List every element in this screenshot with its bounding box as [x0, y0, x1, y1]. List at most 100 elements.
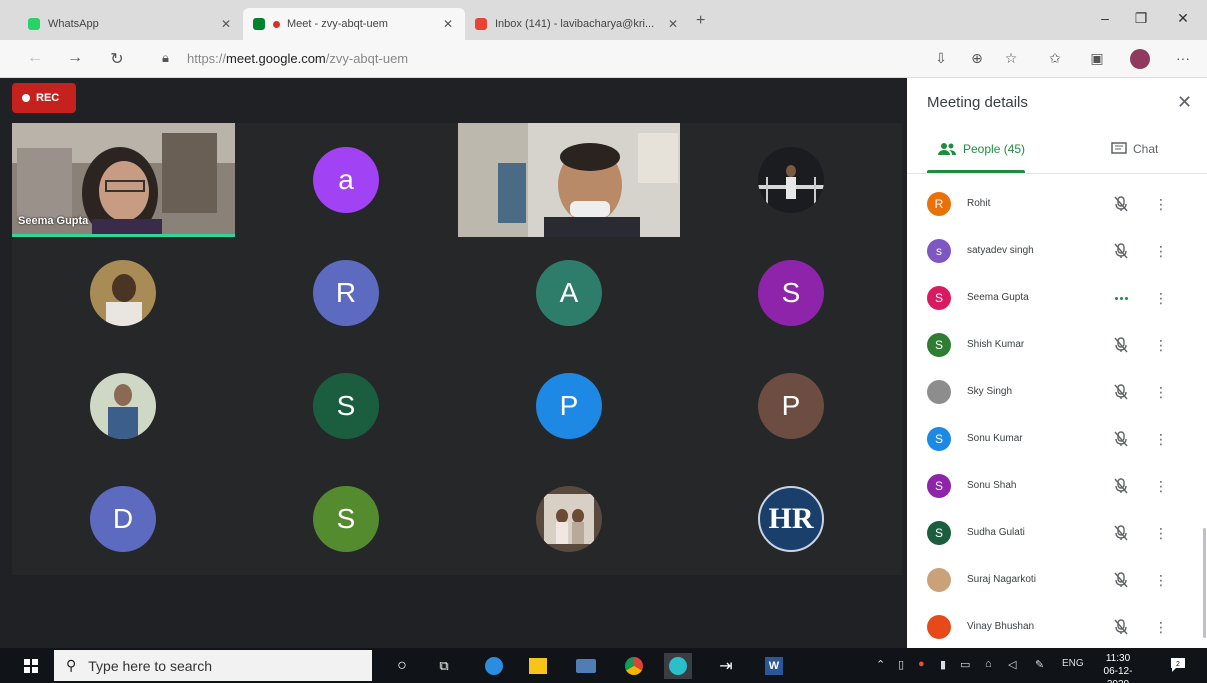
participant-tile[interactable]: S	[235, 349, 457, 462]
maximize-icon[interactable]: ❐	[1126, 10, 1156, 27]
windows-start-icon[interactable]	[24, 659, 38, 673]
speaking-indicator-icon[interactable]	[1111, 288, 1131, 308]
more-menu-icon[interactable]: ···	[1172, 50, 1194, 66]
more-options-icon[interactable]: ⋮	[1154, 429, 1168, 449]
zoom-icon[interactable]: ⊕	[966, 50, 988, 67]
cortana-icon[interactable]: ○	[388, 653, 416, 679]
clock[interactable]: 11:30 06-12-2020	[1094, 652, 1142, 683]
participant-list-item[interactable]: R Rohit ⋮	[907, 186, 1207, 233]
notes-app-icon[interactable]	[524, 653, 552, 679]
tray-icon[interactable]: ▮	[940, 658, 946, 671]
profile-avatar[interactable]	[1130, 49, 1150, 69]
mic-muted-icon[interactable]	[1111, 570, 1131, 590]
participant-tile[interactable]: a	[235, 123, 457, 236]
collections-icon[interactable]: ▣	[1086, 50, 1108, 67]
back-icon[interactable]: ←	[24, 49, 46, 67]
participant-tile[interactable]	[12, 236, 234, 349]
close-panel-icon[interactable]: ✕	[1177, 92, 1192, 113]
mic-muted-icon[interactable]	[1111, 429, 1131, 449]
mic-muted-icon[interactable]	[1111, 194, 1131, 214]
more-options-icon[interactable]: ⋮	[1154, 476, 1168, 496]
mic-muted-icon[interactable]	[1111, 335, 1131, 355]
more-options-icon[interactable]: ⋮	[1154, 570, 1168, 590]
language-indicator[interactable]: ENG	[1062, 658, 1084, 669]
participant-tile[interactable]: A	[458, 236, 680, 349]
more-options-icon[interactable]: ⋮	[1154, 288, 1168, 308]
participant-list-item[interactable]: S Sonu Shah ⋮	[907, 468, 1207, 515]
network-icon[interactable]: ⌂	[985, 658, 992, 670]
mic-muted-icon[interactable]	[1111, 523, 1131, 543]
participant-tile[interactable]: P	[458, 349, 680, 462]
lock-icon[interactable]: 🔒︎	[162, 50, 169, 66]
safari-icon[interactable]	[480, 653, 508, 679]
participant-list-item[interactable]: Sky Singh ⋮	[907, 374, 1207, 421]
close-icon[interactable]: ✕	[441, 17, 455, 31]
video-tile-seema-gupta[interactable]: Seema Gupta	[12, 123, 235, 237]
more-options-icon[interactable]: ⋮	[1154, 241, 1168, 261]
download-icon[interactable]: ⇩	[930, 50, 952, 67]
favorite-star-icon[interactable]: ☆	[1000, 50, 1022, 67]
more-options-icon[interactable]: ⋮	[1154, 523, 1168, 543]
new-tab-icon[interactable]: +	[696, 12, 705, 30]
mic-muted-icon[interactable]	[1111, 476, 1131, 496]
participant-avatar: a	[313, 146, 379, 213]
participant-tile[interactable]: P	[680, 349, 902, 462]
chat-icon	[1111, 142, 1127, 154]
mic-muted-icon[interactable]	[1111, 617, 1131, 637]
participant-photo-avatar	[90, 372, 156, 439]
participant-list-item[interactable]: Vinay Bhushan ⋮	[907, 609, 1207, 648]
file-explorer-icon[interactable]	[572, 653, 600, 679]
mic-muted-icon[interactable]	[1111, 241, 1131, 261]
mic-muted-icon[interactable]	[1111, 382, 1131, 402]
participant-tile[interactable]	[12, 349, 234, 462]
participant-list-item[interactable]: S Sudha Gulati ⋮	[907, 515, 1207, 562]
participant-tile[interactable]: R	[235, 236, 457, 349]
more-options-icon[interactable]: ⋮	[1154, 335, 1168, 355]
minimize-icon[interactable]: –	[1090, 10, 1120, 26]
participant-list-item[interactable]: S Sonu Kumar ⋮	[907, 421, 1207, 468]
tab-meet[interactable]: Meet - zvy-abqt-uem ✕	[243, 8, 465, 40]
participant-list-item[interactable]: S Seema Gupta ⋮	[907, 280, 1207, 327]
forward-icon[interactable]: →	[64, 49, 86, 67]
scrollbar-thumb[interactable]	[1203, 528, 1206, 638]
window-close-icon[interactable]: ✕	[1168, 10, 1198, 27]
participant-tile[interactable]: HR	[680, 462, 902, 575]
more-options-icon[interactable]: ⋮	[1154, 194, 1168, 214]
participant-tile[interactable]: S	[235, 462, 457, 575]
pen-icon[interactable]: ✎	[1035, 658, 1044, 671]
more-options-icon[interactable]: ⋮	[1154, 382, 1168, 402]
edge-icon[interactable]	[664, 653, 692, 679]
participant-tile[interactable]	[458, 462, 680, 575]
close-icon[interactable]: ✕	[666, 17, 680, 31]
volume-icon[interactable]: ◁	[1008, 658, 1016, 671]
more-options-icon[interactable]: ⋮	[1154, 617, 1168, 637]
tab-whatsapp[interactable]: WhatsApp ✕	[18, 8, 243, 40]
task-view-icon[interactable]: ⧉	[430, 653, 458, 679]
word-icon[interactable]: W	[760, 653, 788, 679]
battery-icon[interactable]: ▭	[960, 658, 970, 671]
tab-people[interactable]: People (45)	[937, 142, 1025, 156]
participant-list-item[interactable]: Suraj Nagarkoti ⋮	[907, 562, 1207, 609]
chrome-icon[interactable]	[620, 653, 648, 679]
exit-icon[interactable]: ⇥	[712, 653, 740, 679]
refresh-icon[interactable]: ↻	[106, 49, 128, 69]
participant-list-item[interactable]: s satyadev singh ⋮	[907, 233, 1207, 280]
people-list[interactable]: R Rohit ⋮ s satyadev singh ⋮ S Seema Gupta ⋮ S Shi…	[907, 186, 1207, 648]
tray-icon[interactable]: ●	[918, 658, 925, 670]
participant-tile[interactable]: S	[680, 236, 902, 349]
taskbar-search-box[interactable]: ⚲ Type here to search	[54, 650, 372, 681]
tab-gmail[interactable]: Inbox (141) - lavibacharya@kri... ✕	[465, 8, 690, 40]
participant-tile[interactable]	[680, 123, 902, 236]
url-field[interactable]: https://meet.google.com/zvy-abqt-uem	[187, 51, 408, 66]
favorites-icon[interactable]: ✩	[1044, 50, 1066, 67]
tab-chat[interactable]: Chat	[1111, 142, 1158, 156]
participant-list-item[interactable]: S Shish Kumar ⋮	[907, 327, 1207, 374]
tray-icon[interactable]: ▯	[898, 658, 904, 671]
participant-list-avatar: s	[927, 239, 951, 263]
close-icon[interactable]: ✕	[219, 17, 233, 31]
video-tile-participant[interactable]	[458, 123, 680, 237]
tray-chevron-icon[interactable]: ⌃	[876, 658, 885, 671]
notification-icon[interactable]: 2	[1170, 657, 1186, 673]
recording-label: REC	[36, 92, 60, 104]
participant-tile[interactable]: D	[12, 462, 234, 575]
